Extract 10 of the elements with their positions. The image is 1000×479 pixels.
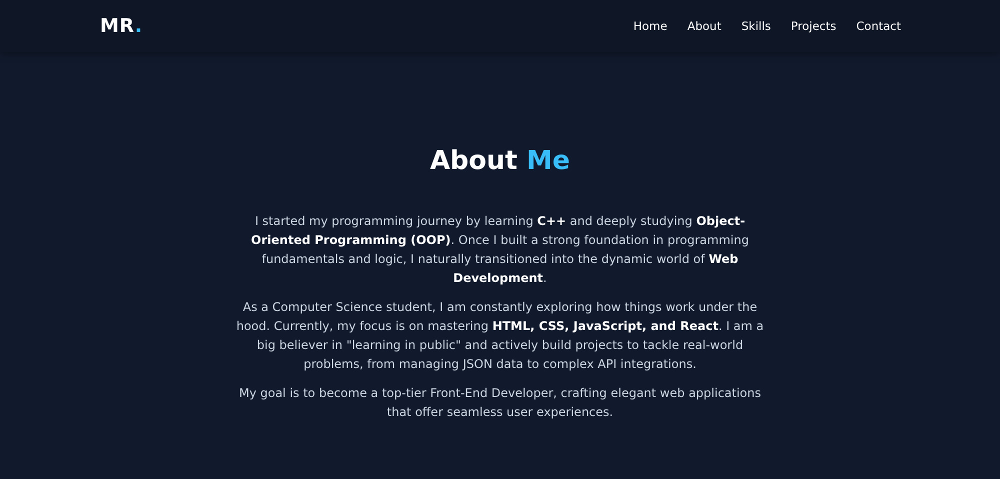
paragraph: As a Computer Science student, I am constantly exploring how things work under the hood. Currently, my focus is on mastering HTML, CSS, JavaScript, and React. I am a big believer in "learning in public" and actively build projects to tackle real-world problems, from managing JSON data to complex API integrations.	[235, 299, 765, 373]
section-heading: About Me	[430, 146, 570, 176]
paragraph: I started my programming journey by learning C++ and deeply studying Object-Oriented Programming (OOP). Once I built a strong foundation in programming fundamentals and logic, I naturally transitioned into the dynamic world of Web Development.	[250, 213, 750, 287]
nav-link[interactable]: About	[687, 19, 722, 33]
nav-link[interactable]: Contact	[856, 19, 901, 33]
logo[interactable]: MR.	[100, 15, 143, 37]
paragraph: My goal is to become a top-tier Front-End Developer, crafting elegant web applications that offer seamless user experiences.	[238, 385, 762, 421]
nav-link[interactable]: Projects	[790, 19, 836, 33]
nav-link[interactable]: Skills	[741, 19, 771, 33]
nav-link[interactable]: Home	[633, 19, 668, 33]
